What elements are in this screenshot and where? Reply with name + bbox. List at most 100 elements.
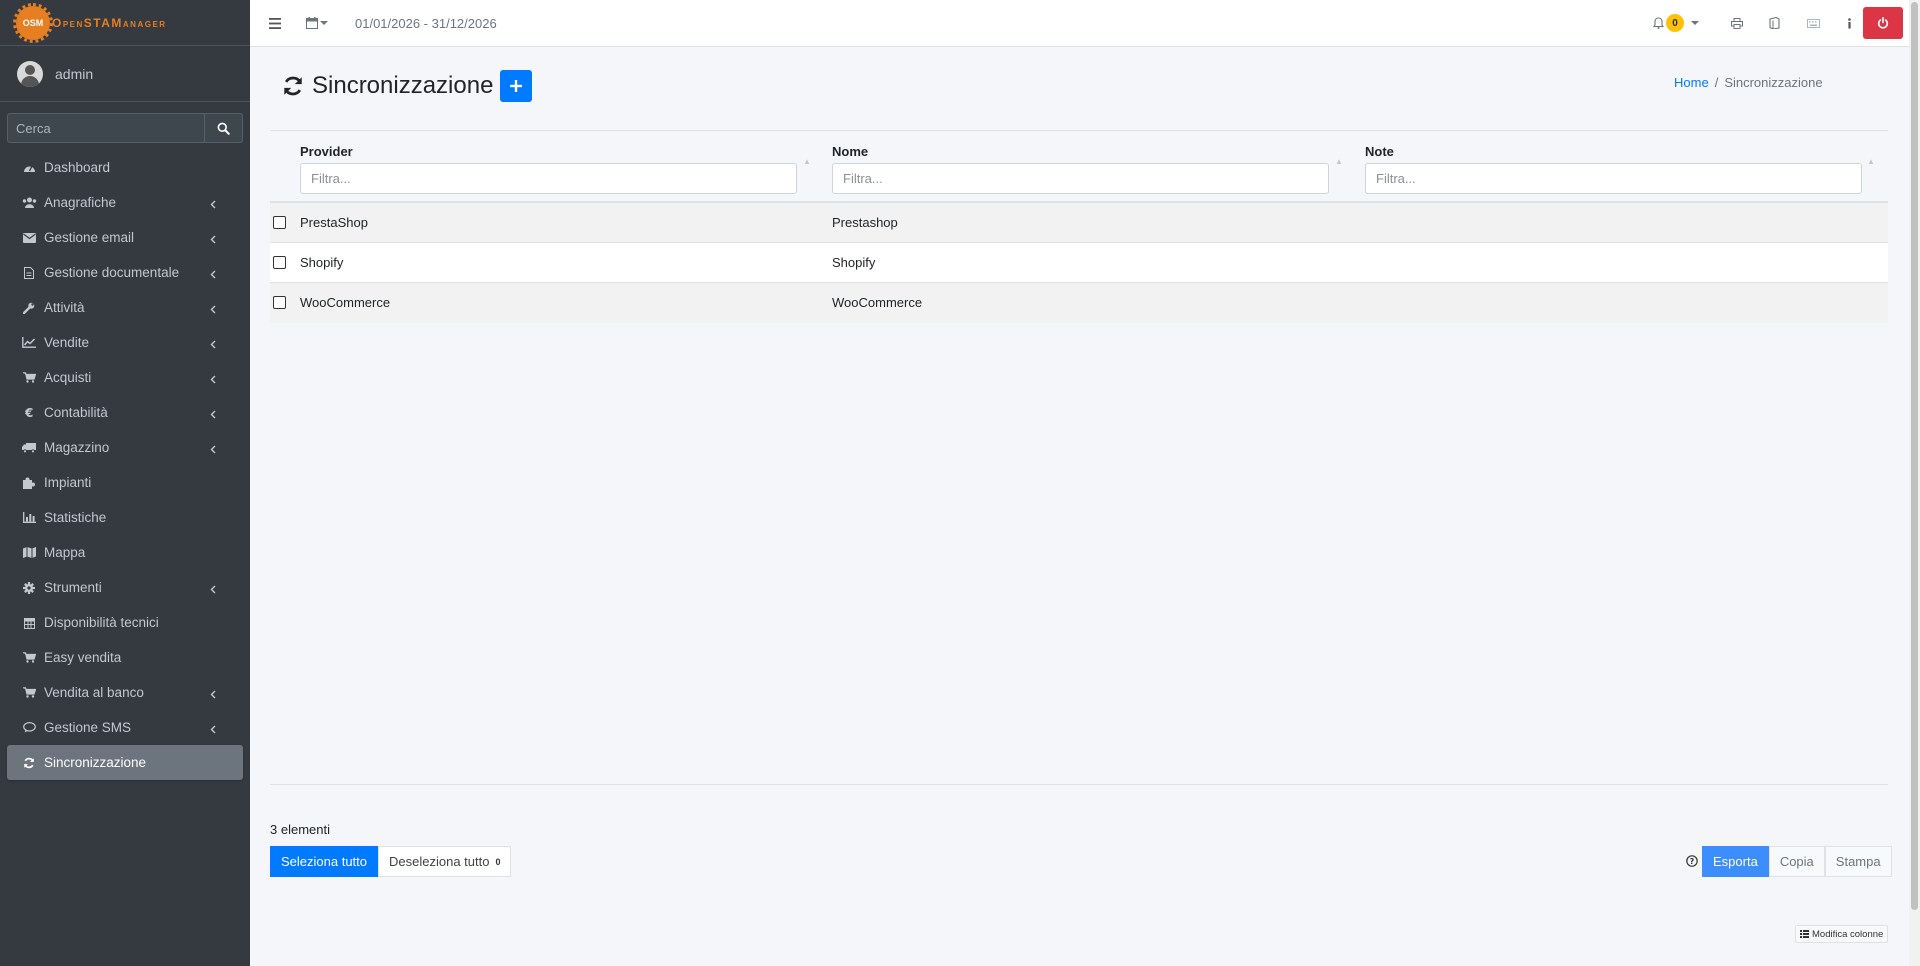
notifications-button[interactable]: 0 <box>1653 0 1699 46</box>
table-header: Provider ▲ Nome ▲ Note ▲ <box>270 130 1888 203</box>
sidebar-item-gestione-documentale[interactable]: Gestione documentale <box>7 255 243 290</box>
print-table-button[interactable]: Stampa <box>1824 846 1892 877</box>
breadcrumb: Home / Sincronizzazione <box>1674 75 1823 90</box>
search-icon <box>217 122 230 135</box>
filter-note-input[interactable] <box>1365 163 1862 194</box>
guide-button[interactable] <box>1769 0 1780 46</box>
sync-icon <box>284 76 302 96</box>
username: admin <box>55 65 94 82</box>
column-nome-label[interactable]: Nome <box>832 144 1329 159</box>
calendar-icon <box>20 617 38 629</box>
filter-nome-input[interactable] <box>832 163 1329 194</box>
chevron-left-icon <box>210 337 216 352</box>
selection-buttons: Seleziona tutto Deseleziona tutto 0 <box>270 846 512 877</box>
users-icon <box>20 197 38 208</box>
column-provider-label[interactable]: Provider <box>300 144 797 159</box>
cell-provider: PrestaShop <box>300 215 368 230</box>
sidebar-item-attività[interactable]: Attività <box>7 290 243 325</box>
selected-count-badge: 0 <box>495 856 501 867</box>
sidebar-item-impianti[interactable]: Impianti <box>7 465 243 500</box>
avatar <box>17 60 43 87</box>
export-button[interactable]: Esporta <box>1702 846 1769 877</box>
puzzle-icon <box>20 477 38 489</box>
sidebar-item-label: Dashboard <box>44 160 111 175</box>
print-button[interactable] <box>1731 0 1743 46</box>
page-scrollbar-thumb[interactable] <box>1911 2 1918 910</box>
list-icon <box>1800 930 1809 938</box>
sidebar-item-label: Attività <box>44 300 85 315</box>
modify-columns-button[interactable]: Modifica colonne <box>1795 925 1889 943</box>
search-button[interactable] <box>205 113 243 143</box>
cell-provider: Shopify <box>300 255 344 270</box>
calendar-dropdown-button[interactable] <box>306 0 328 46</box>
chevron-left-icon <box>210 722 216 737</box>
sidebar-item-label: Magazzino <box>44 440 110 455</box>
copy-button[interactable]: Copia <box>1768 846 1825 877</box>
logout-button[interactable] <box>1863 7 1903 39</box>
deselect-all-button[interactable]: Deseleziona tutto 0 <box>378 846 512 877</box>
filter-provider-input[interactable] <box>300 163 797 194</box>
chevron-left-icon <box>210 687 216 702</box>
cell-nome: Shopify <box>832 255 876 270</box>
sidebar-item-label: Gestione documentale <box>44 265 180 280</box>
sidebar-item-vendite[interactable]: Vendite <box>7 325 243 360</box>
sidebar-item-label: Gestione SMS <box>44 720 132 735</box>
svg-text:?: ? <box>1690 857 1695 866</box>
calendar-icon <box>306 17 318 29</box>
row-checkbox[interactable] <box>273 256 286 269</box>
chevron-left-icon <box>210 407 216 422</box>
sidebar-item-statistiche[interactable]: Statistiche <box>7 500 243 535</box>
sidebar-item-disponibilità-tecnici[interactable]: Disponibilità tecnici <box>7 605 243 640</box>
cell-provider: WooCommerce <box>300 295 391 310</box>
table-row[interactable]: PrestaShop Prestashop <box>270 203 1888 243</box>
chevron-left-icon <box>210 197 216 212</box>
sidebar-item-magazzino[interactable]: Magazzino <box>7 430 243 465</box>
sidebar-item-acquisti[interactable]: Acquisti <box>7 360 243 395</box>
sidebar-item-label: Strumenti <box>44 580 102 595</box>
sidebar-item-label: Statistiche <box>44 510 107 525</box>
sidebar-item-anagrafiche[interactable]: Anagrafiche <box>7 185 243 220</box>
sidebar-item-label: Gestione email <box>44 230 135 245</box>
sidebar-item-easy-vendita[interactable]: Easy vendita <box>7 640 243 675</box>
data-table: Provider ▲ Nome ▲ Note ▲ PrestaShop Pres… <box>270 130 1888 323</box>
row-checkbox[interactable] <box>273 296 286 309</box>
chevron-left-icon <box>210 372 216 387</box>
table-row[interactable]: Shopify Shopify <box>270 243 1888 283</box>
sidebar-item-label: Easy vendita <box>44 650 122 665</box>
menu-toggle-button[interactable] <box>269 0 281 46</box>
sidebar-item-gestione-sms[interactable]: Gestione SMS <box>7 710 243 745</box>
sidebar-item-label: Anagrafiche <box>44 195 117 210</box>
column-note-label[interactable]: Note <box>1365 144 1862 159</box>
brand[interactable]: OSM OpenSTAManager <box>0 0 250 46</box>
sidebar-item-label: Sincronizzazione <box>44 755 147 770</box>
keyboard-shortcuts-button[interactable] <box>1807 0 1820 46</box>
sort-provider-icon[interactable]: ▲ <box>803 157 811 166</box>
date-range[interactable]: 01/01/2026 - 31/12/2026 <box>355 0 497 46</box>
sidebar-item-contabilità[interactable]: € Contabilità <box>7 395 243 430</box>
sidebar-item-gestione-email[interactable]: Gestione email <box>7 220 243 255</box>
topbar: 01/01/2026 - 31/12/2026 0 <box>250 0 1920 47</box>
table-row[interactable]: WooCommerce WooCommerce <box>270 283 1888 323</box>
records-count: 3 elementi <box>270 822 330 837</box>
sidebar-item-strumenti[interactable]: Strumenti <box>7 570 243 605</box>
chart-line-icon <box>20 337 38 348</box>
sidebar-item-vendita-al-banco[interactable]: Vendita al banco <box>7 675 243 710</box>
sort-nome-icon[interactable]: ▲ <box>1335 157 1343 166</box>
user-panel[interactable]: admin <box>0 46 250 102</box>
breadcrumb-home[interactable]: Home <box>1674 75 1709 90</box>
sort-note-icon[interactable]: ▲ <box>1867 157 1875 166</box>
sidebar-item-sincronizzazione[interactable]: Sincronizzazione <box>7 745 243 780</box>
info-button[interactable] <box>1847 0 1852 46</box>
sidebar-item-dashboard[interactable]: Dashboard <box>7 150 243 185</box>
add-button[interactable] <box>500 70 533 102</box>
chevron-left-icon <box>210 302 216 317</box>
help-icon[interactable]: ? <box>1686 855 1698 870</box>
caret-down-icon <box>320 21 328 25</box>
breadcrumb-separator: / <box>1714 75 1719 90</box>
select-all-button[interactable]: Seleziona tutto <box>270 846 379 877</box>
gear-icon <box>20 581 38 594</box>
row-checkbox[interactable] <box>273 216 286 229</box>
sidebar-item-mappa[interactable]: Mappa <box>7 535 243 570</box>
page-scrollbar[interactable] <box>1909 0 1920 966</box>
search-input[interactable] <box>7 113 205 143</box>
